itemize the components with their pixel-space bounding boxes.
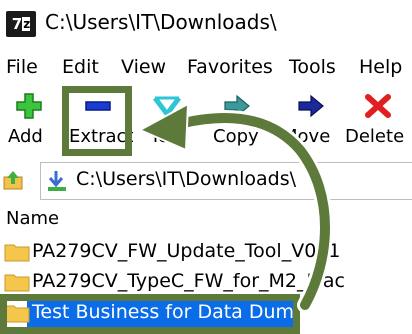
menu-help[interactable]: Help [359, 56, 402, 78]
window-title: C:\Users\IT\Downloads\ [45, 10, 277, 34]
test-check-icon [153, 96, 181, 119]
list-item-name: PA279CV_TypeC_FW_for_M2_Mac [32, 270, 345, 292]
column-header-name[interactable]: Name [6, 208, 59, 229]
selected-row-annotation-box [0, 294, 300, 334]
delete-label: Delete [345, 126, 405, 147]
move-arrow-icon [298, 94, 324, 118]
extract-annotation-box [62, 86, 132, 156]
copy-arrow-icon [224, 94, 250, 118]
address-path: C:\Users\IT\Downloads\ [76, 168, 297, 190]
menu-view[interactable]: View [121, 56, 166, 78]
folder-icon [4, 244, 30, 262]
menu-tools[interactable]: Tools [289, 56, 336, 78]
delete-x-icon [365, 94, 391, 118]
download-folder-icon [48, 171, 66, 191]
list-item-name: PA279CV_FW_Update_Tool_V021 [32, 240, 341, 262]
menu-edit[interactable]: Edit [62, 56, 99, 78]
menu-file[interactable]: File [6, 56, 38, 78]
test-label: Test [150, 126, 186, 147]
add-label: Add [8, 126, 43, 147]
folder-icon [4, 274, 30, 292]
7zip-app-icon: 7z [6, 11, 36, 37]
copy-label: Copy [213, 126, 259, 147]
move-label: Move [282, 126, 331, 147]
menu-favorites[interactable]: Favorites [187, 56, 273, 78]
plus-icon [16, 93, 42, 119]
folder-up-icon[interactable] [2, 169, 24, 191]
